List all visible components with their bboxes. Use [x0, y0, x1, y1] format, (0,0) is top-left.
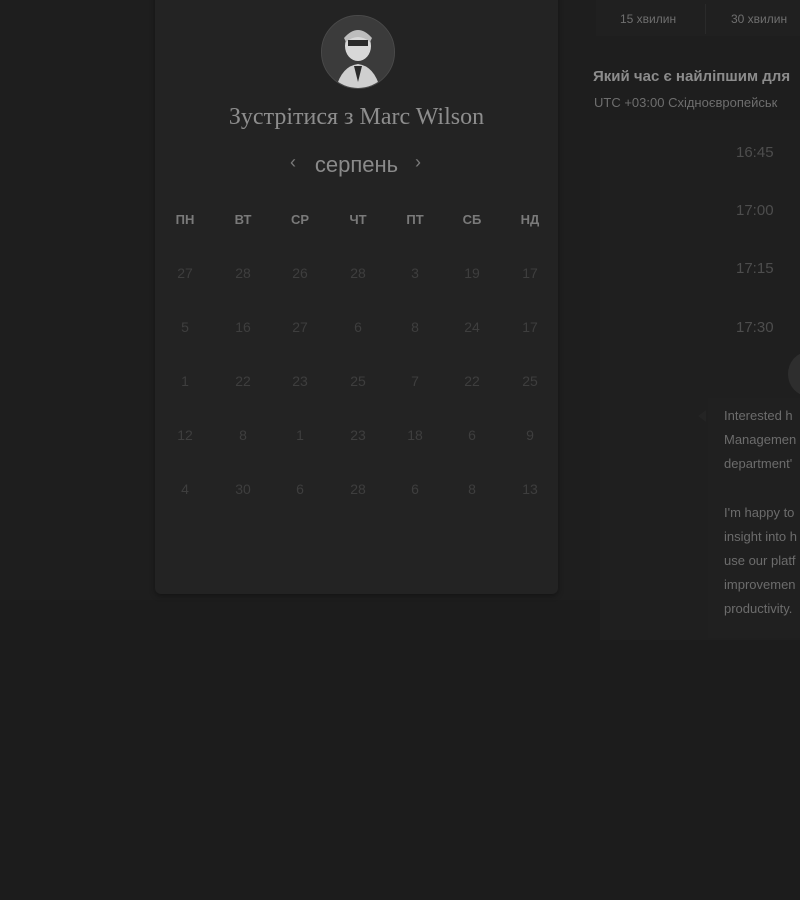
calendar-day[interactable]: 6 — [280, 481, 320, 497]
weekday-label: ЧТ — [349, 212, 367, 227]
calendar-day[interactable]: 8 — [452, 481, 492, 497]
tab-divider — [705, 4, 706, 34]
calendar-day[interactable]: 19 — [452, 265, 492, 281]
weekday-header: ПН ВТ СР ЧТ ПТ СБ НД — [155, 212, 558, 232]
duration-tabs: 15 хвилин 30 хвилин — [596, 0, 800, 36]
description-line: I'm happy to — [724, 504, 795, 520]
description-line: Managemen — [724, 432, 797, 448]
calendar-day[interactable]: 8 — [395, 319, 435, 335]
calendar-day[interactable]: 6 — [452, 427, 492, 443]
calendar-day[interactable]: 30 — [223, 481, 263, 497]
calendar-day[interactable]: 1 — [280, 427, 320, 443]
description-line: insight into h — [724, 528, 797, 544]
calendar-day[interactable]: 13 — [510, 481, 550, 497]
chevron-right-icon[interactable]: › — [415, 152, 421, 173]
calendar-day[interactable]: 26 — [280, 265, 320, 281]
calendar-day[interactable]: 27 — [165, 265, 205, 281]
chevron-left-icon[interactable]: ‹ — [290, 152, 296, 173]
meeting-description: Interested h Managemen department' I'm h… — [724, 404, 800, 646]
calendar-day[interactable]: 25 — [338, 373, 378, 389]
calendar-day[interactable]: 22 — [452, 373, 492, 389]
calendar-day[interactable]: 7 — [395, 373, 435, 389]
calendar-day[interactable]: 6 — [395, 481, 435, 497]
calendar-day[interactable]: 4 — [165, 481, 205, 497]
calendar-day[interactable]: 5 — [165, 319, 205, 335]
time-slot[interactable]: 17:00 — [716, 194, 800, 228]
avatar — [321, 15, 395, 89]
weekday-label: НД — [520, 212, 540, 227]
calendar-day[interactable]: 27 — [280, 319, 320, 335]
weekday-label: ВТ — [234, 212, 252, 227]
calendar-day[interactable]: 12 — [165, 427, 205, 443]
title-prefix: Зустрітися з — [228, 104, 354, 130]
weekday-label: СР — [290, 212, 310, 227]
calendar-day[interactable]: 6 — [338, 319, 378, 335]
calendar-day[interactable]: 9 — [510, 427, 550, 443]
calendar-day[interactable]: 23 — [338, 427, 378, 443]
calendar-day[interactable]: 23 — [280, 373, 320, 389]
month-navigation: ‹ серпень › — [155, 150, 558, 180]
time-slot[interactable]: 16:45 — [716, 136, 800, 170]
calendar-day[interactable]: 18 — [395, 427, 435, 443]
calendar-day[interactable]: 28 — [223, 265, 263, 281]
tab-15-min[interactable]: 15 хвилин — [620, 12, 676, 26]
calendar-day[interactable]: 28 — [338, 265, 378, 281]
month-label: серпень — [314, 152, 399, 177]
description-line: department' — [724, 456, 793, 472]
calendar-day[interactable]: 22 — [223, 373, 263, 389]
description-line: improvemen — [724, 577, 796, 593]
timezone-label[interactable]: UTC +03:00 Східноєвропейськ — [594, 95, 777, 110]
tab-30-min[interactable]: 30 хвилин — [731, 12, 787, 26]
calendar-day[interactable]: 24 — [452, 319, 492, 335]
weekday-label: СБ — [462, 212, 482, 227]
page-title: Зустрітися з Marc Wilson — [155, 104, 558, 131]
time-slot[interactable]: 17:30 — [716, 311, 800, 345]
time-question: Який час є найліпшим для — [593, 68, 791, 85]
description-line: use our platf — [724, 553, 796, 569]
calendar-day[interactable]: 17 — [510, 265, 550, 281]
calendar-day[interactable]: 16 — [223, 319, 263, 335]
host-photo — [322, 16, 394, 88]
calendar-day[interactable]: 1 — [165, 373, 205, 389]
description-line: Interested h — [724, 408, 793, 423]
calendar-day[interactable]: 3 — [395, 265, 435, 281]
description-line: productivity. — [724, 601, 793, 617]
host-name: Marc Wilson — [359, 104, 485, 130]
calendar-day[interactable]: 17 — [510, 319, 550, 335]
calendar-day[interactable]: 8 — [223, 427, 263, 443]
booking-card — [155, 0, 558, 594]
calendar-day[interactable]: 28 — [338, 481, 378, 497]
weekday-label: ПТ — [406, 212, 424, 227]
time-slot[interactable]: 17:15 — [716, 252, 800, 286]
weekday-label: ПН — [175, 212, 195, 227]
tooltip-pointer — [698, 410, 706, 422]
calendar-day[interactable]: 25 — [510, 373, 550, 389]
